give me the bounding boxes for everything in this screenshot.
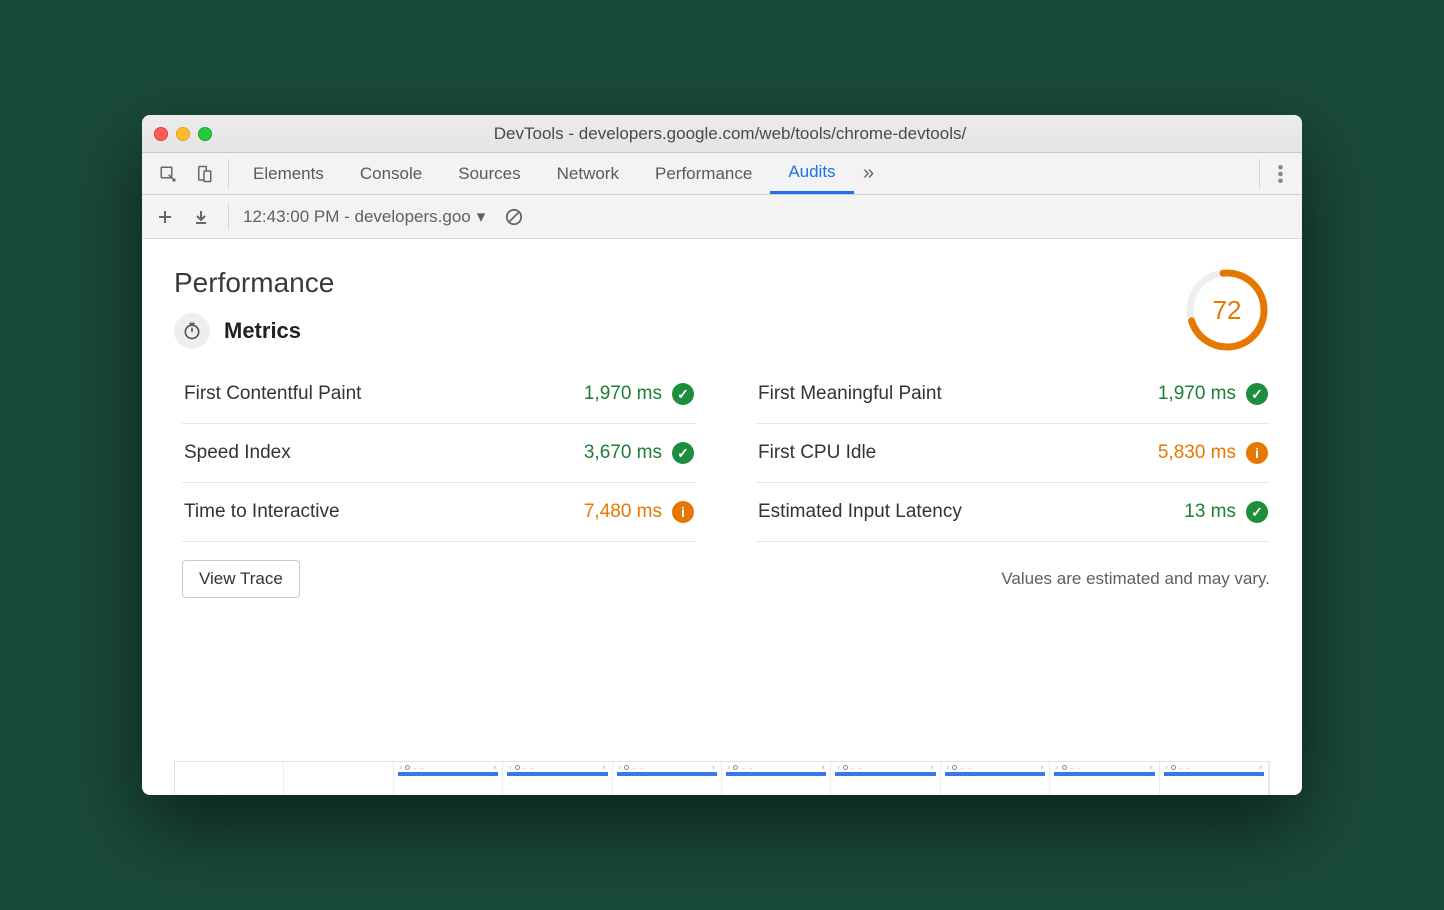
more-tabs-icon[interactable]: »: [854, 153, 884, 194]
download-report-icon[interactable]: [188, 209, 214, 225]
metric-row: First CPU Idle 5,830 ms i: [756, 424, 1270, 483]
report-heading: Performance: [174, 267, 334, 299]
metric-label: First CPU Idle: [758, 442, 876, 464]
view-trace-button[interactable]: View Trace: [182, 560, 300, 598]
metric-row: Time to Interactive 7,480 ms i: [182, 483, 696, 542]
checkmark-icon: ✓: [672, 383, 694, 405]
divider: [1259, 159, 1260, 188]
dropdown-arrow-icon: ▾: [477, 207, 486, 227]
metric-row: Speed Index 3,670 ms ✓: [182, 424, 696, 483]
filmstrip-frame[interactable]: ≡——⠿: [613, 762, 722, 795]
filmstrip-frame[interactable]: ≡——⠿: [394, 762, 503, 795]
metric-value: 3,670 ms: [584, 442, 662, 464]
clear-report-icon[interactable]: [501, 208, 527, 226]
filmstrip-frame[interactable]: ≡——⠿: [831, 762, 940, 795]
metric-label: First Meaningful Paint: [758, 383, 942, 405]
settings-menu-icon[interactable]: [1266, 153, 1294, 194]
minimize-icon[interactable]: [176, 127, 190, 141]
performance-score-value: 72: [1184, 267, 1270, 353]
metric-label: Time to Interactive: [184, 501, 340, 523]
tab-sources[interactable]: Sources: [440, 153, 538, 194]
filmstrip-frame[interactable]: ≡——⠿: [722, 762, 831, 795]
close-icon[interactable]: [154, 127, 168, 141]
performance-score-gauge: 72: [1184, 267, 1270, 353]
filmstrip-frame[interactable]: ≡——⠿: [1160, 762, 1269, 795]
new-audit-icon[interactable]: [152, 209, 178, 225]
inspect-element-icon[interactable]: [150, 153, 186, 194]
window-title: DevTools - developers.google.com/web/too…: [230, 124, 1230, 144]
metrics-section-title: Metrics: [224, 318, 301, 344]
metric-row: First Contentful Paint 1,970 ms ✓: [182, 365, 696, 424]
metric-value: 7,480 ms: [584, 501, 662, 523]
devtools-window: DevTools - developers.google.com/web/too…: [142, 115, 1302, 795]
devtools-tabbar: ElementsConsoleSourcesNetworkPerformance…: [142, 153, 1302, 195]
metrics-note: Values are estimated and may vary.: [1001, 569, 1270, 589]
metric-row: First Meaningful Paint 1,970 ms ✓: [756, 365, 1270, 424]
checkmark-icon: ✓: [1246, 383, 1268, 405]
report-selector[interactable]: 12:43:00 PM - developers.goo ▾: [243, 207, 485, 227]
filmstrip-frame[interactable]: [284, 762, 393, 795]
metric-value: 5,830 ms: [1158, 442, 1236, 464]
tab-network[interactable]: Network: [539, 153, 637, 194]
metric-label: First Contentful Paint: [184, 383, 361, 405]
metric-value: 1,970 ms: [1158, 383, 1236, 405]
metric-label: Estimated Input Latency: [758, 501, 962, 523]
metric-value: 1,970 ms: [584, 383, 662, 405]
filmstrip-frame[interactable]: ≡——⠿: [503, 762, 612, 795]
divider: [228, 204, 229, 230]
filmstrip-frame[interactable]: ≡——⠿: [941, 762, 1050, 795]
tab-audits[interactable]: Audits: [770, 153, 853, 194]
info-icon: i: [1246, 442, 1268, 464]
metric-row: Estimated Input Latency 13 ms ✓: [756, 483, 1270, 542]
device-toolbar-icon[interactable]: [186, 153, 222, 194]
audits-report: Performance Metrics 72 First C: [142, 239, 1302, 795]
traffic-lights: [154, 127, 212, 141]
checkmark-icon: ✓: [672, 442, 694, 464]
filmstrip-frame[interactable]: [175, 762, 284, 795]
divider: [228, 159, 229, 188]
audits-toolbar: 12:43:00 PM - developers.goo ▾: [142, 195, 1302, 239]
tab-console[interactable]: Console: [342, 153, 440, 194]
stopwatch-icon: [174, 313, 210, 349]
tab-elements[interactable]: Elements: [235, 153, 342, 194]
checkmark-icon: ✓: [1246, 501, 1268, 523]
titlebar: DevTools - developers.google.com/web/too…: [142, 115, 1302, 153]
filmstrip-frame[interactable]: ≡——⠿: [1050, 762, 1159, 795]
report-selector-label: 12:43:00 PM - developers.goo: [243, 207, 471, 227]
zoom-icon[interactable]: [198, 127, 212, 141]
metric-value: 13 ms: [1184, 501, 1236, 523]
filmstrip: ≡——⠿≡——⠿≡——⠿≡——⠿≡——⠿≡——⠿≡——⠿≡——⠿: [174, 761, 1270, 795]
info-icon: i: [672, 501, 694, 523]
metrics-grid: First Contentful Paint1,970 ms✓First Mea…: [174, 365, 1270, 542]
metric-label: Speed Index: [184, 442, 291, 464]
tab-performance[interactable]: Performance: [637, 153, 770, 194]
